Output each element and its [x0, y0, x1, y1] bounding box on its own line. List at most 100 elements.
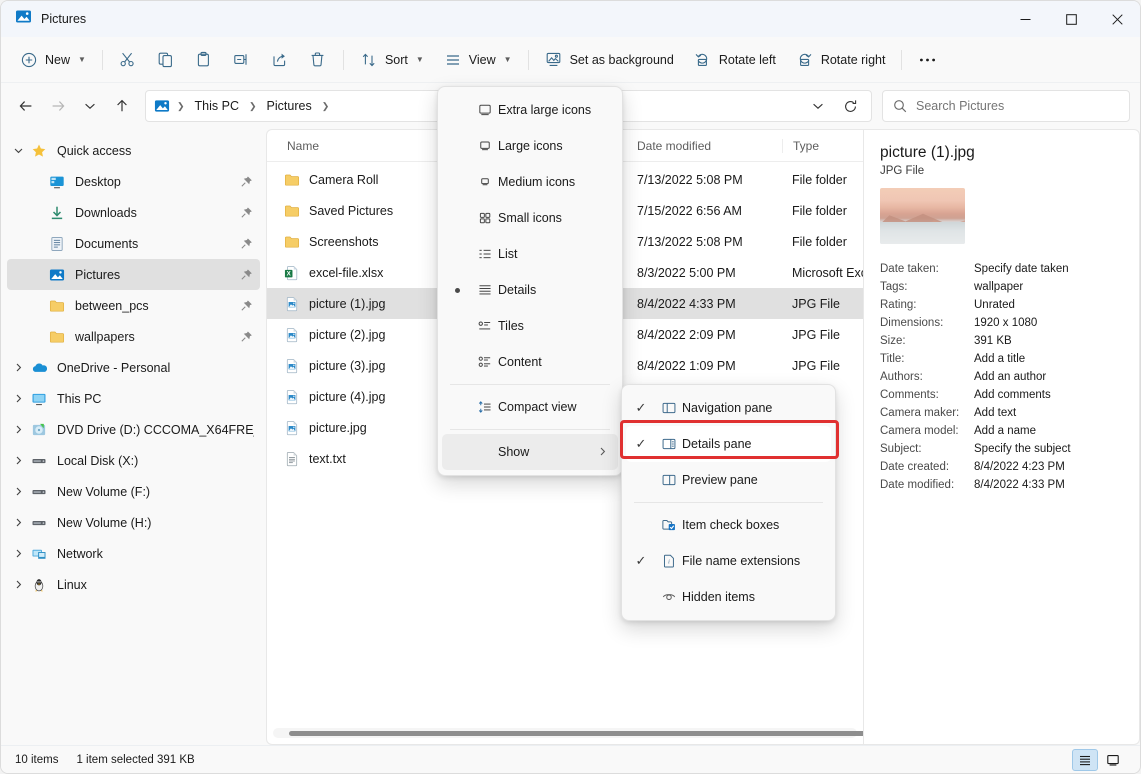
forward-button[interactable] — [43, 91, 73, 121]
sidebar-item-this-pc[interactable]: This PC — [7, 383, 260, 414]
search-box[interactable] — [882, 90, 1130, 122]
sidebar-item-wallpapers[interactable]: wallpapers — [7, 321, 260, 352]
sidebar-item-dvd-drive-d-cccoma-x64fre-en-us[interactable]: DVD Drive (D:) CCCOMA_X64FRE_EN-US — [7, 414, 260, 445]
property-value[interactable]: Specify date taken — [974, 260, 1123, 278]
delete-button[interactable] — [300, 44, 336, 76]
pin-icon[interactable] — [240, 299, 254, 313]
search-input[interactable] — [916, 99, 1119, 113]
view-lines-icon — [444, 51, 462, 69]
pin-icon[interactable] — [240, 330, 254, 344]
sidebar-item-network[interactable]: Network — [7, 538, 260, 569]
set-as-background-button[interactable]: Set as background — [536, 44, 683, 76]
property-value[interactable]: 8/4/2022 4:33 PM — [974, 476, 1123, 494]
menu-item-details-pane[interactable]: ✓Details pane — [626, 426, 831, 462]
property-value[interactable]: Add an author — [974, 368, 1123, 386]
menu-item-large-icons[interactable]: Large icons — [442, 128, 618, 164]
chevron-right-icon[interactable] — [7, 393, 29, 404]
paste-button[interactable] — [186, 44, 222, 76]
chevron-right-icon[interactable] — [7, 486, 29, 497]
menu-item-medium-icons[interactable]: Medium icons — [442, 164, 618, 200]
menu-item-hidden-items[interactable]: Hidden items — [626, 579, 831, 615]
column-header-type[interactable]: Type — [782, 139, 864, 153]
view-button[interactable]: View ▼ — [435, 44, 521, 76]
property-value[interactable]: Add text — [974, 404, 1123, 422]
chevron-down-icon[interactable] — [7, 145, 29, 156]
property-value[interactable]: Specify the subject — [974, 440, 1123, 458]
breadcrumb-pictures[interactable]: Pictures — [260, 96, 319, 116]
property-key: Size: — [880, 332, 974, 350]
see-more-button[interactable] — [909, 44, 945, 76]
excel-icon: X — [283, 264, 301, 282]
sidebar-item-onedrive-personal[interactable]: OneDrive - Personal — [7, 352, 260, 383]
sidebar-item-documents[interactable]: Documents — [7, 228, 260, 259]
rename-button[interactable] — [224, 44, 260, 76]
rotate-left-button[interactable]: Rotate left — [685, 44, 785, 76]
menu-item-item-check-boxes[interactable]: Item check boxes — [626, 507, 831, 543]
copy-button[interactable] — [148, 44, 184, 76]
details-view-toggle[interactable] — [1072, 749, 1098, 771]
chevron-right-icon[interactable] — [7, 424, 29, 435]
sidebar-item-linux[interactable]: Linux — [7, 569, 260, 600]
property-value[interactable]: 1920 x 1080 — [974, 314, 1123, 332]
file-type-cell: File folder — [782, 173, 863, 187]
refresh-button[interactable] — [835, 91, 865, 121]
sidebar-item-quick-access[interactable]: Quick access — [7, 135, 260, 166]
up-button[interactable] — [107, 91, 137, 121]
menu-item-details[interactable]: Details — [442, 272, 618, 308]
chevron-right-icon[interactable] — [7, 362, 29, 373]
sidebar-item-desktop[interactable]: Desktop — [7, 166, 260, 197]
details-pane-filename: picture (1).jpg — [880, 144, 1123, 162]
menu-item-show[interactable]: Show — [442, 434, 618, 470]
address-dropdown-button[interactable] — [803, 91, 833, 121]
chevron-right-icon[interactable] — [7, 455, 29, 466]
menu-item-navigation-pane[interactable]: ✓Navigation pane — [626, 390, 831, 426]
property-value[interactable]: 391 KB — [974, 332, 1123, 350]
breadcrumb-this-pc[interactable]: This PC — [188, 96, 246, 116]
new-button-label: New — [45, 53, 70, 67]
recent-locations-button[interactable] — [75, 91, 105, 121]
sidebar-item-local-disk-x[interactable]: Local Disk (X:) — [7, 445, 260, 476]
menu-item-extra-large-icons[interactable]: Extra large icons — [442, 92, 618, 128]
pin-icon[interactable] — [240, 175, 254, 189]
property-value[interactable]: Add a name — [974, 422, 1123, 440]
sidebar-item-between-pcs[interactable]: between_pcs — [7, 290, 260, 321]
property-value[interactable]: wallpaper — [974, 278, 1123, 296]
chevron-right-icon[interactable] — [7, 517, 29, 528]
menu-item-tiles[interactable]: Tiles — [442, 308, 618, 344]
menu-item-content[interactable]: Content — [442, 344, 618, 380]
share-button[interactable] — [262, 44, 298, 76]
minimize-button[interactable] — [1002, 1, 1048, 37]
chevron-right-icon[interactable] — [7, 548, 29, 559]
sidebar-item-downloads[interactable]: Downloads — [7, 197, 260, 228]
chevron-right-icon[interactable] — [7, 579, 29, 590]
new-button[interactable]: New ▼ — [11, 44, 95, 76]
back-button[interactable] — [11, 91, 41, 121]
sidebar-item-pictures[interactable]: Pictures — [7, 259, 260, 290]
sidebar-item-new-volume-f[interactable]: New Volume (F:) — [7, 476, 260, 507]
cut-button[interactable] — [110, 44, 146, 76]
pin-icon[interactable] — [240, 268, 254, 282]
close-button[interactable] — [1094, 1, 1140, 37]
maximize-button[interactable] — [1048, 1, 1094, 37]
sidebar-item-new-volume-h[interactable]: New Volume (H:) — [7, 507, 260, 538]
toolbar-divider-2 — [343, 50, 344, 70]
pin-icon[interactable] — [240, 237, 254, 251]
details-icon — [472, 282, 498, 298]
horizontal-scrollbar[interactable] — [273, 728, 857, 738]
menu-item-compact-view[interactable]: Compact view — [442, 389, 618, 425]
property-value[interactable]: Add comments — [974, 386, 1123, 404]
property-value[interactable]: 8/4/2022 4:23 PM — [974, 458, 1123, 476]
sort-button[interactable]: Sort ▼ — [351, 44, 433, 76]
pin-icon[interactable] — [240, 206, 254, 220]
rotate-right-button[interactable]: Rotate right — [787, 44, 895, 76]
menu-item-preview-pane[interactable]: Preview pane — [626, 462, 831, 498]
menu-item-list[interactable]: List — [442, 236, 618, 272]
menu-item-small-icons[interactable]: Small icons — [442, 200, 618, 236]
property-value[interactable]: Unrated — [974, 296, 1123, 314]
menu-item-file-name-extensions[interactable]: ✓iFile name extensions — [626, 543, 831, 579]
horizontal-scrollbar-thumb[interactable] — [289, 731, 864, 736]
large-icons-view-toggle[interactable] — [1100, 749, 1126, 771]
column-header-date-modified[interactable]: Date modified — [627, 139, 782, 153]
property-value[interactable]: Add a title — [974, 350, 1123, 368]
sidebar-item-label: Network — [57, 547, 103, 561]
